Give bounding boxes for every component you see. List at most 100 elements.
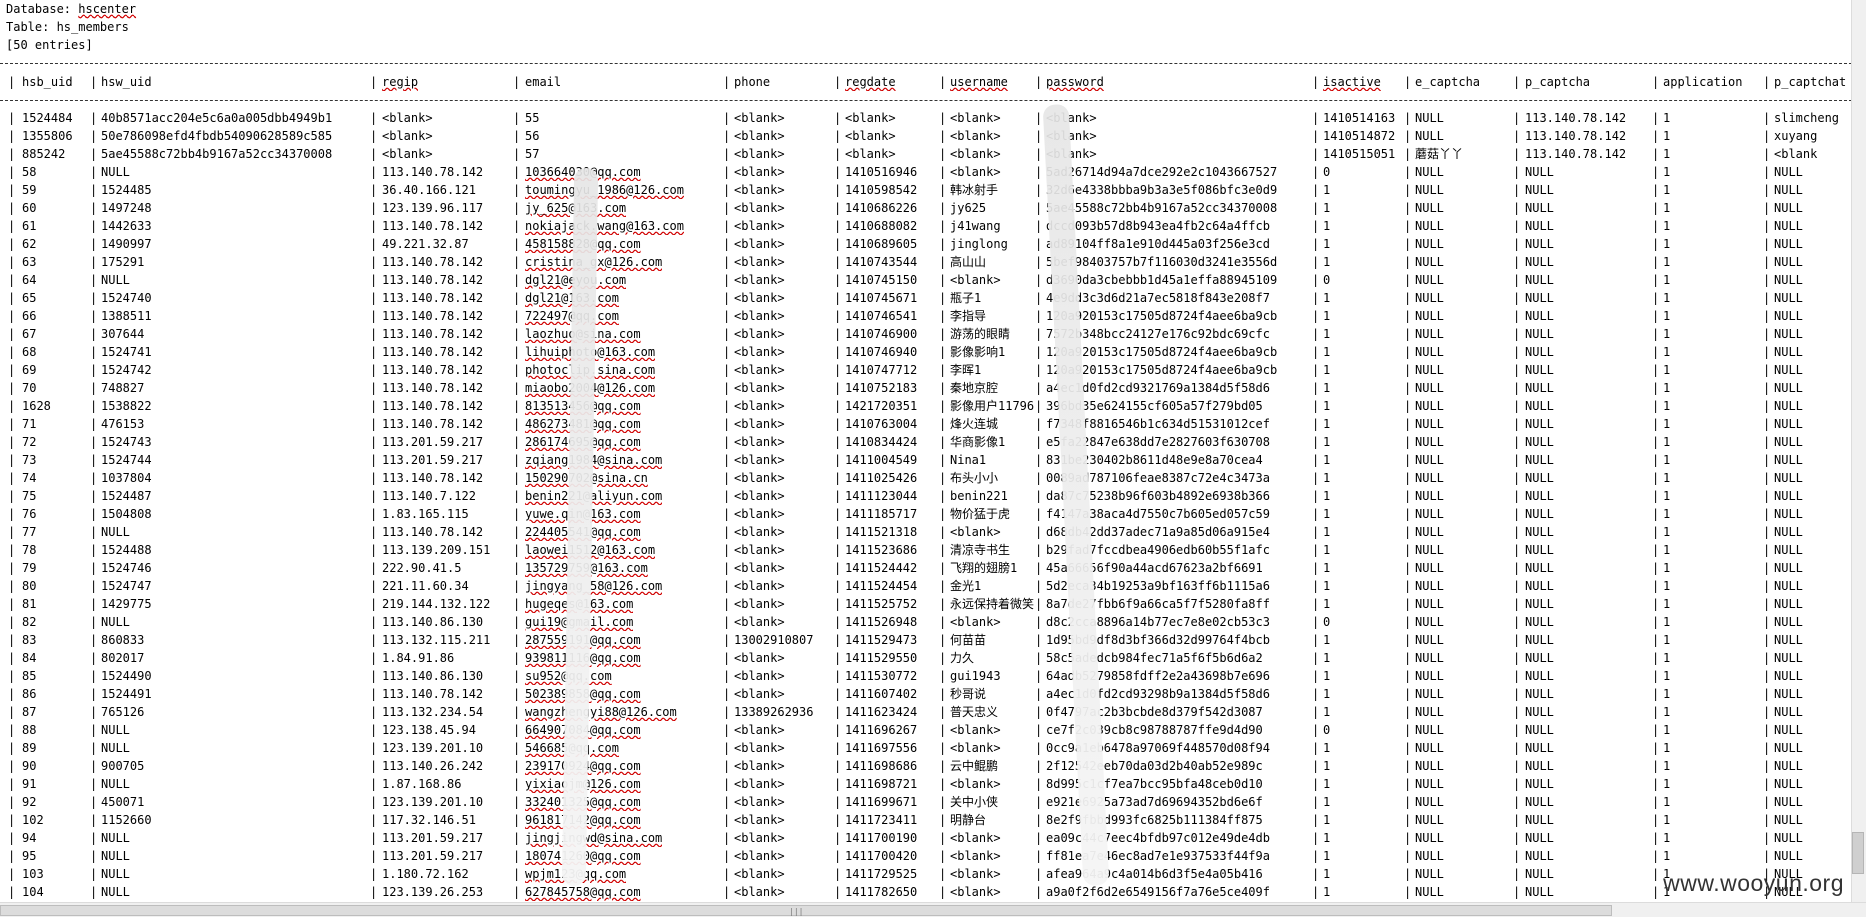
cell-hsb-uid: 86 [22,687,37,701]
cell-hsb-uid: 66 [22,309,37,323]
column-separator: | [834,363,842,377]
column-separator: | [1763,831,1771,845]
cell-email: toumingyu_1986@126.com [525,183,684,197]
cell-hsb-uid: 102 [22,813,44,827]
cell-phone: 13002910807 [734,633,814,647]
column-separator: | [8,219,16,233]
horizontal-scrollbar[interactable]: ||| [0,902,1866,917]
column-separator: | [370,615,378,629]
cell-hsw-uid: NULL [101,525,130,539]
column-separator: | [370,309,378,323]
cell-username: 影像用户11796 [950,399,1035,413]
cell-hsw-uid: 765126 [101,705,145,719]
cell-regdate: 1421720351 [845,399,918,413]
cell-hsw-uid: 450071 [101,795,145,809]
column-separator: | [370,543,378,557]
column-separator: | [370,759,378,773]
column-separator: | [939,669,947,683]
column-separator: | [8,255,16,269]
column-separator: | [834,705,842,719]
column-separator: | [1404,453,1412,467]
cell-p-captchat: NULL [1774,273,1803,287]
column-separator: | [939,615,947,629]
column-separator: | [90,381,98,395]
column-separator: | [939,363,947,377]
column-separator: | [723,687,731,701]
column-separator: | [1035,327,1043,341]
cell-e-captcha: NULL [1415,309,1444,323]
column-separator: | [723,777,731,791]
cell-p-captcha: NULL [1525,237,1554,251]
cell-regdate: 1410763004 [845,417,918,431]
cell-regdate: 1410746541 [845,309,918,323]
cell-application: 1 [1663,345,1671,359]
cell-hsw-uid: 1538822 [101,399,152,413]
column-separator: | [939,561,947,575]
cell-regdate: 1411524454 [845,579,918,593]
column-separator: | [8,309,16,323]
column-separator: | [370,867,378,881]
cell-application: 1 [1663,111,1671,125]
cell-username: 何苗苗 [950,633,987,647]
column-separator: | [8,705,16,719]
cell-p-captchat: NULL [1774,759,1803,773]
column-separator: | [513,885,521,899]
cell-application: 1 [1663,417,1671,431]
column-separator: | [8,507,16,521]
column-separator: | [90,75,98,89]
cell-p-captcha: NULL [1525,885,1554,899]
cell-isactive: 0 [1323,273,1331,287]
cell-hsw-uid: 1497248 [101,201,152,215]
table-row: |||||||||||||1021152660117.32.146.519618… [0,811,1852,829]
cell-p-captcha: NULL [1525,417,1554,431]
cell-phone: <blank> [734,399,785,413]
console-viewport: Database: hscenter Table: hs_members [50… [0,0,1852,903]
column-separator: | [370,75,378,89]
column-separator: | [1763,795,1771,809]
column-separator: | [1312,363,1320,377]
column-separator: | [370,147,378,161]
column-separator: | [370,849,378,863]
cell-isactive: 1 [1323,291,1331,305]
cell-e-captcha: NULL [1415,741,1444,755]
column-separator: | [370,561,378,575]
cell-application: 1 [1663,363,1671,377]
cell-p-captchat: NULL [1774,561,1803,575]
column-separator: | [1652,147,1660,161]
cell-password: 4e9dd3c3d6d21a7ec5818f843e208f7 [1046,291,1270,305]
cell-hsb-uid: 63 [22,255,37,269]
column-separator: | [723,111,731,125]
column-separator: | [723,435,731,449]
column-separator: | [834,723,842,737]
cell-username: benin221 [950,489,1008,503]
column-separator: | [1404,471,1412,485]
column-separator: | [8,867,16,881]
cell-regdate: 1411530772 [845,669,918,683]
column-separator: | [8,471,16,485]
cell-isactive: 1 [1323,849,1331,863]
column-separator: | [513,219,521,233]
column-separator: | [90,453,98,467]
cell-username: jy625 [950,201,987,215]
horizontal-scroll-thumb[interactable]: ||| [0,905,1612,916]
cell-regdate: 1411525752 [845,597,918,611]
cell-p-captchat: NULL [1774,291,1803,305]
column-separator: | [1652,597,1660,611]
cell-phone: <blank> [734,561,785,575]
cell-regip: 113.140.78.142 [382,165,484,179]
vertical-scroll-thumb[interactable] [1852,832,1864,874]
column-separator: | [1763,273,1771,287]
table-row: |||||||||||||89NULL123.139.201.10546685@… [0,739,1852,757]
cell-e-captcha: NULL [1415,561,1444,575]
cell-hsb-uid: 72 [22,435,37,449]
column-separator: | [939,399,947,413]
column-separator: | [939,777,947,791]
column-separator: | [370,471,378,485]
vertical-scrollbar[interactable] [1851,0,1866,903]
cell-regip: 113.140.86.130 [382,669,484,683]
column-separator: | [1035,543,1043,557]
column-separator: | [1404,165,1412,179]
column-separator: | [1513,777,1521,791]
column-separator: | [90,813,98,827]
cell-username: 秒哥说 [950,687,987,701]
